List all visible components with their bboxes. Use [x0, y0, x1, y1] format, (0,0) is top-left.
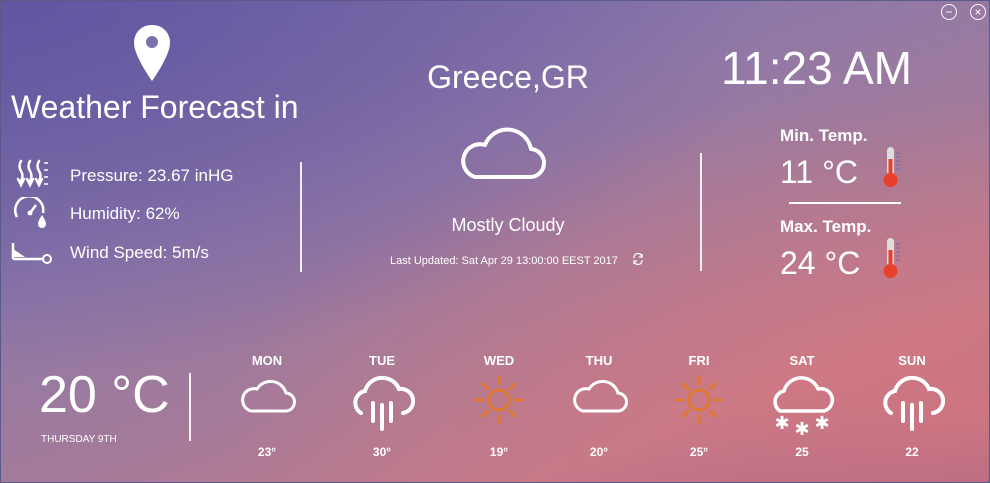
- map-pin-icon: [134, 25, 170, 81]
- forecast-day: WED 19°: [464, 353, 534, 459]
- forecast-day: THU 20°: [564, 353, 634, 459]
- weather-app-window: − × Weather Forecast in Pressure: 23.67 …: [0, 0, 990, 483]
- pressure-icon: [16, 159, 48, 188]
- forecast-day: SAT ✱ ✱ ✱ 25: [767, 353, 837, 459]
- max-temp-value: 24 °C: [780, 245, 861, 281]
- minimize-icon[interactable]: −: [941, 4, 957, 20]
- day-temp: 25: [795, 445, 809, 459]
- forecast-day: SUN 22: [877, 353, 947, 459]
- day-temp: 22: [905, 445, 919, 459]
- divider: [789, 202, 901, 204]
- close-icon[interactable]: ×: [970, 4, 986, 20]
- day-temp: 30°: [372, 445, 392, 459]
- day-name: FRI: [688, 353, 710, 368]
- refresh-icon[interactable]: [632, 253, 644, 265]
- cloud-icon: [241, 379, 296, 413]
- today-date: THURSDAY 9TH: [41, 434, 117, 445]
- rain-icon: [353, 375, 415, 431]
- humidity-text: Humidity: 62%: [70, 204, 180, 223]
- rain-icon: [883, 375, 945, 431]
- wind-text: Wind Speed: 5m/s: [70, 243, 209, 262]
- day-temp: 23°: [257, 445, 277, 459]
- humidity-icon: [14, 197, 46, 228]
- min-temp-label: Min. Temp.: [780, 126, 868, 145]
- day-name: MON: [251, 353, 283, 368]
- divider: [300, 162, 302, 272]
- snow-icon: ✱ ✱ ✱: [773, 376, 835, 437]
- forecast-day: FRI 25°: [664, 353, 734, 459]
- svg-text:✱: ✱: [794, 419, 809, 437]
- forecast-day: TUE 30°: [347, 353, 417, 459]
- pressure-text: Pressure: 23.67 inHG: [70, 166, 234, 185]
- forecast-day: MON 23°: [232, 353, 302, 459]
- condition-text: Mostly Cloudy: [451, 215, 565, 235]
- app-title: Weather Forecast in: [11, 89, 299, 125]
- day-name: THU: [585, 353, 613, 368]
- divider: [189, 373, 191, 441]
- thermometer-icon: [883, 147, 900, 187]
- day-temp: 19°: [489, 445, 509, 459]
- thermometer-icon: [883, 238, 900, 278]
- day-name: WED: [483, 353, 515, 368]
- divider: [700, 153, 702, 271]
- min-temp-value: 11 °C: [780, 154, 859, 190]
- last-updated: Last Updated: Sat Apr 29 13:00:00 EEST 2…: [390, 255, 618, 267]
- day-name: SUN: [898, 353, 926, 368]
- city-name: Greece,GR: [427, 59, 589, 95]
- sun-icon: [674, 375, 724, 425]
- day-temp: 20°: [589, 445, 609, 459]
- svg-text:✱: ✱: [774, 413, 789, 434]
- today-temp: 20 °C: [39, 366, 170, 424]
- cloud-icon: [573, 379, 628, 413]
- day-temp: 25°: [689, 445, 709, 459]
- sun-icon: [474, 375, 524, 425]
- max-temp-label: Max. Temp.: [780, 217, 872, 236]
- day-name: TUE: [369, 353, 395, 368]
- day-name: SAT: [789, 353, 815, 368]
- cloud-icon: [461, 127, 547, 180]
- wind-icon: [11, 243, 52, 264]
- svg-text:✱: ✱: [814, 413, 829, 434]
- clock-time: 11:23 AM: [721, 42, 912, 94]
